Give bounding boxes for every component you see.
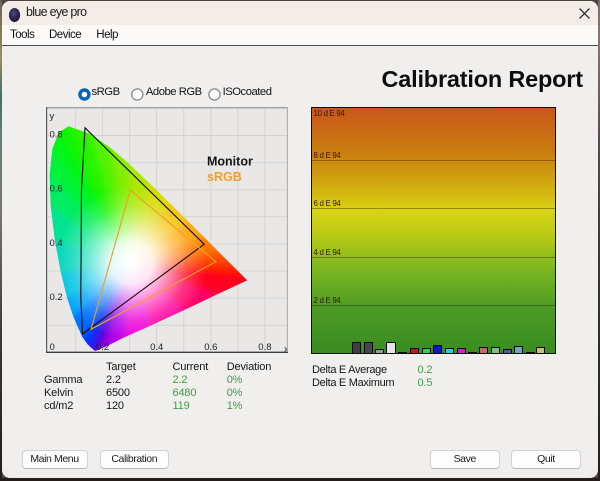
svg-text:0.2: 0.2 xyxy=(96,342,109,353)
svg-text:0.8: 0.8 xyxy=(50,130,63,141)
svg-text:0.2: 0.2 xyxy=(50,292,63,303)
svg-text:0: 0 xyxy=(50,342,55,353)
svg-text:sRGB: sRGB xyxy=(207,170,242,184)
svg-text:0.4: 0.4 xyxy=(50,238,63,249)
svg-text:0.6: 0.6 xyxy=(50,184,63,195)
svg-text:0.6: 0.6 xyxy=(204,342,217,353)
svg-text:y: y xyxy=(50,111,55,122)
svg-text:0.8: 0.8 xyxy=(258,342,271,353)
svg-text:0.4: 0.4 xyxy=(150,342,163,353)
svg-text:Monitor: Monitor xyxy=(207,155,253,169)
